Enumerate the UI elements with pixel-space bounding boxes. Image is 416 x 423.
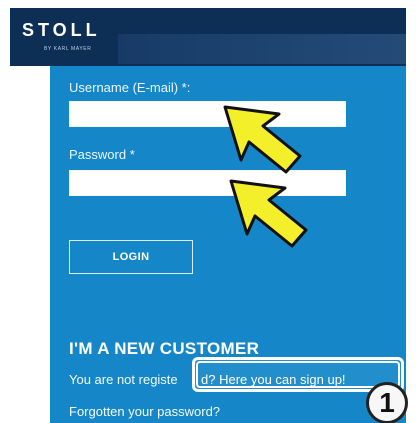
arrow-to-password [229, 179, 308, 248]
login-screen: STOLL BY KARL MAYER Username (E-mail) *:… [0, 0, 416, 423]
arrow-shape [229, 179, 308, 248]
arrow-icon [223, 105, 308, 248]
arrow-shape [223, 105, 302, 174]
arrow-to-username [223, 105, 302, 174]
step-badge: 1 [366, 382, 408, 423]
